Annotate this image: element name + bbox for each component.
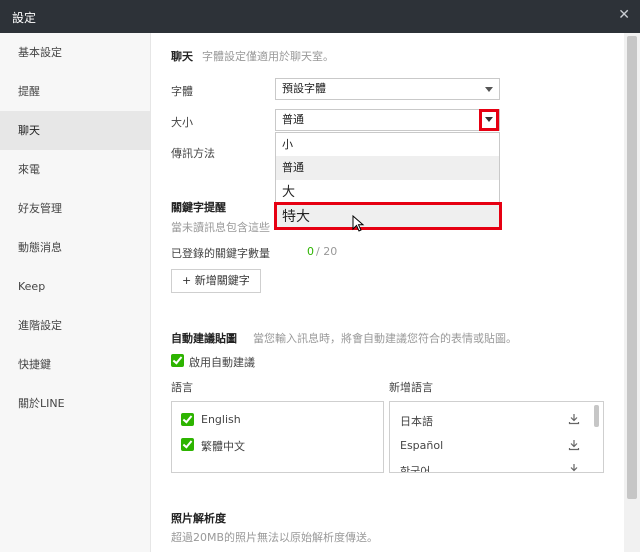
language-spanish-label: Español bbox=[400, 439, 444, 452]
size-label: 大小 bbox=[171, 116, 193, 129]
sidebar-item-advanced[interactable]: 進階設定 bbox=[0, 306, 150, 345]
size-option-small[interactable]: 小 bbox=[276, 135, 499, 155]
language-english-checkbox[interactable] bbox=[181, 413, 194, 426]
auto-suggest-desc: 當您輸入訊息時，將會自動建議您符合的表情或貼圖。 bbox=[253, 332, 517, 345]
title-bar: 設定 ✕ bbox=[0, 0, 640, 33]
enable-auto-suggest-checkbox[interactable] bbox=[171, 354, 184, 367]
sidebar-item-calls[interactable]: 來電 bbox=[0, 150, 150, 189]
size-option-extra-large-highlight[interactable]: 特大 bbox=[274, 202, 502, 230]
download-icon[interactable] bbox=[568, 439, 580, 451]
size-option-extra-large[interactable]: 特大 bbox=[282, 206, 310, 226]
sidebar-item-notifications[interactable]: 提醒 bbox=[0, 72, 150, 111]
sidebar-item-about[interactable]: 關於LINE bbox=[0, 384, 150, 423]
languages-header: 語言 bbox=[171, 381, 193, 394]
download-icon[interactable] bbox=[568, 463, 580, 472]
sidebar-item-timeline[interactable]: 動態消息 bbox=[0, 228, 150, 267]
size-option-normal[interactable]: 普通 bbox=[276, 156, 499, 180]
font-label: 字體 bbox=[171, 85, 193, 98]
selected-languages-list: English 繁體中文 bbox=[171, 401, 384, 473]
scrollbar-thumb[interactable] bbox=[627, 36, 637, 499]
photo-section-title: 照片解析度 bbox=[171, 512, 226, 525]
languages-scrollbar[interactable] bbox=[594, 405, 599, 427]
chat-section-title: 聊天 bbox=[171, 50, 193, 63]
add-language-header: 新增語言 bbox=[389, 381, 433, 394]
sidebar-item-keep[interactable]: Keep bbox=[0, 267, 150, 306]
chevron-down-icon bbox=[485, 87, 493, 92]
font-select[interactable]: 預設字體 bbox=[275, 78, 500, 100]
size-dropdown-list: 小 普通 大 bbox=[275, 132, 500, 206]
language-zh-tw-label: 繁體中文 bbox=[201, 440, 245, 453]
chat-section-subtitle: 字體設定僅適用於聊天室。 bbox=[202, 50, 334, 63]
language-japanese-label: 日本語 bbox=[400, 415, 433, 428]
send-method-label: 傳訊方法 bbox=[171, 147, 215, 160]
sidebar: 基本設定 提醒 聊天 來電 好友管理 動態消息 Keep 進階設定 快捷鍵 關於… bbox=[0, 33, 151, 552]
add-keyword-button[interactable]: + 新增關鍵字 bbox=[171, 269, 261, 293]
language-zh-tw-checkbox[interactable] bbox=[181, 438, 194, 451]
size-select-arrow-highlight[interactable] bbox=[479, 109, 499, 131]
sidebar-item-shortcuts[interactable]: 快捷鍵 bbox=[0, 345, 150, 384]
download-icon[interactable] bbox=[568, 413, 580, 425]
keyword-section-title: 關鍵字提醒 bbox=[171, 201, 226, 214]
enable-auto-suggest-label: 啟用自動建議 bbox=[189, 356, 255, 369]
language-korean-label: 한국어 bbox=[400, 465, 431, 473]
keyword-count-max: / 20 bbox=[316, 245, 338, 258]
size-select-value: 普通 bbox=[282, 113, 304, 126]
language-english-label: English bbox=[201, 413, 241, 426]
photo-section-desc: 超過20MB的照片無法以原始解析度傳送。 bbox=[171, 531, 379, 544]
keyword-count-value: 0 bbox=[307, 245, 314, 258]
settings-content: 聊天 字體設定僅適用於聊天室。 字體 預設字體 大小 普通 傳訊方法 關鍵字提醒… bbox=[151, 33, 624, 552]
available-languages-list: 日本語 Español 한국어 bbox=[389, 401, 604, 473]
sidebar-item-friends[interactable]: 好友管理 bbox=[0, 189, 150, 228]
font-select-value: 預設字體 bbox=[282, 82, 326, 95]
close-icon[interactable]: ✕ bbox=[618, 7, 630, 23]
mouse-pointer-icon bbox=[352, 215, 365, 232]
sidebar-item-chat[interactable]: 聊天 bbox=[0, 111, 150, 150]
size-select[interactable]: 普通 bbox=[275, 109, 500, 131]
sidebar-item-basic[interactable]: 基本設定 bbox=[0, 33, 150, 72]
keyword-section-desc: 當未讀訊息包含這些 bbox=[171, 221, 270, 234]
auto-suggest-title: 自動建議貼圖 bbox=[171, 332, 237, 345]
keyword-count-label: 已登錄的關鍵字數量 bbox=[171, 247, 270, 260]
chevron-down-icon bbox=[485, 117, 493, 122]
window-title: 設定 bbox=[12, 11, 37, 25]
